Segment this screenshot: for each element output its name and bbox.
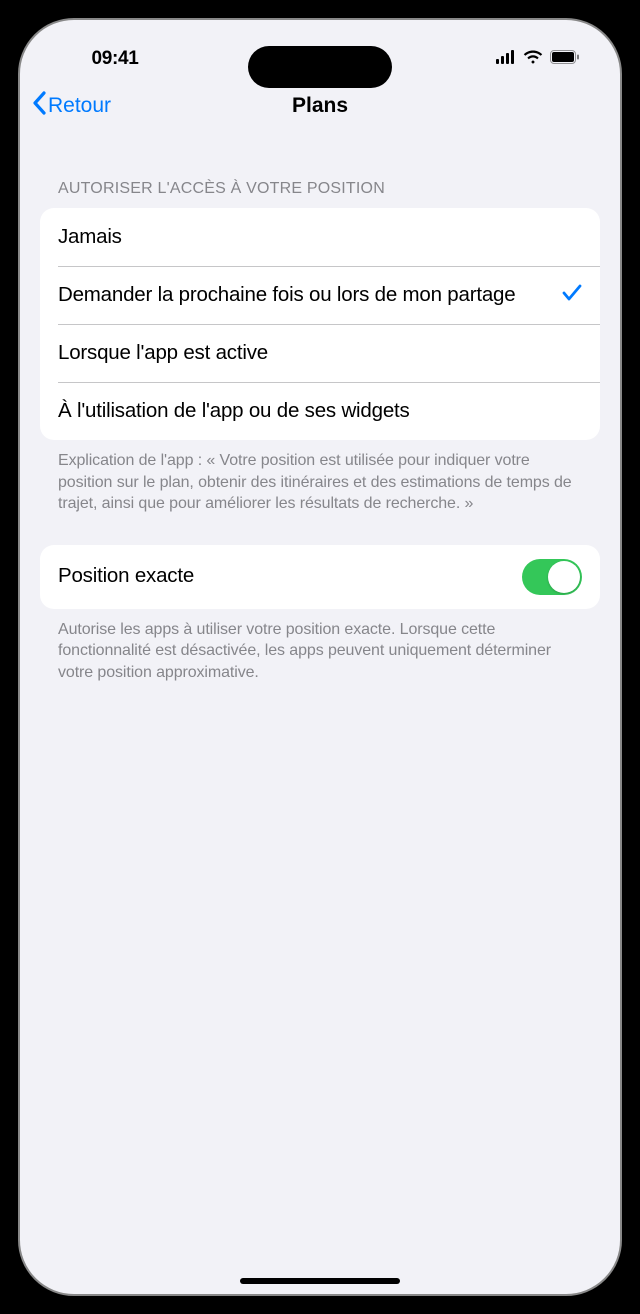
home-indicator[interactable] [240, 1278, 400, 1284]
option-ask-next-time[interactable]: Demander la prochaine fois ou lors de mo… [40, 266, 600, 324]
precise-location-label: Position exacte [58, 563, 522, 590]
back-button[interactable]: Retour [32, 90, 111, 122]
option-label: Lorsque l'app est active [58, 340, 582, 367]
content-area: AUTORISER L'ACCÈS À VOTRE POSITION Jamai… [20, 132, 620, 684]
device-frame: 09:41 Retour Plans AUTORISER L'ACCÈS À V… [18, 18, 622, 1296]
status-time: 09:41 [60, 48, 170, 70]
back-label: Retour [48, 94, 111, 118]
option-label: Jamais [58, 224, 582, 251]
option-label: À l'utilisation de l'app ou de ses widge… [58, 398, 582, 425]
option-label: Demander la prochaine fois ou lors de mo… [58, 282, 552, 309]
checkmark-icon [562, 281, 582, 309]
location-access-options: Jamais Demander la prochaine fois ou lor… [40, 208, 600, 440]
precise-location-group: Position exacte [40, 545, 600, 609]
app-explanation-footer: Explication de l'app : « Votre position … [40, 440, 600, 515]
wifi-icon [523, 48, 543, 70]
chevron-left-icon [32, 90, 46, 122]
precise-location-row[interactable]: Position exacte [40, 545, 600, 609]
option-never[interactable]: Jamais [40, 208, 600, 266]
option-while-using[interactable]: Lorsque l'app est active [40, 324, 600, 382]
precise-location-toggle[interactable] [522, 559, 582, 595]
option-app-or-widgets[interactable]: À l'utilisation de l'app ou de ses widge… [40, 382, 600, 440]
status-indicators [496, 48, 580, 70]
cellular-icon [496, 48, 516, 70]
nav-bar: Retour Plans [20, 80, 620, 132]
battery-icon [550, 48, 580, 70]
location-access-header: AUTORISER L'ACCÈS À VOTRE POSITION [40, 132, 600, 208]
precise-location-footer: Autorise les apps à utiliser votre posit… [40, 609, 600, 684]
